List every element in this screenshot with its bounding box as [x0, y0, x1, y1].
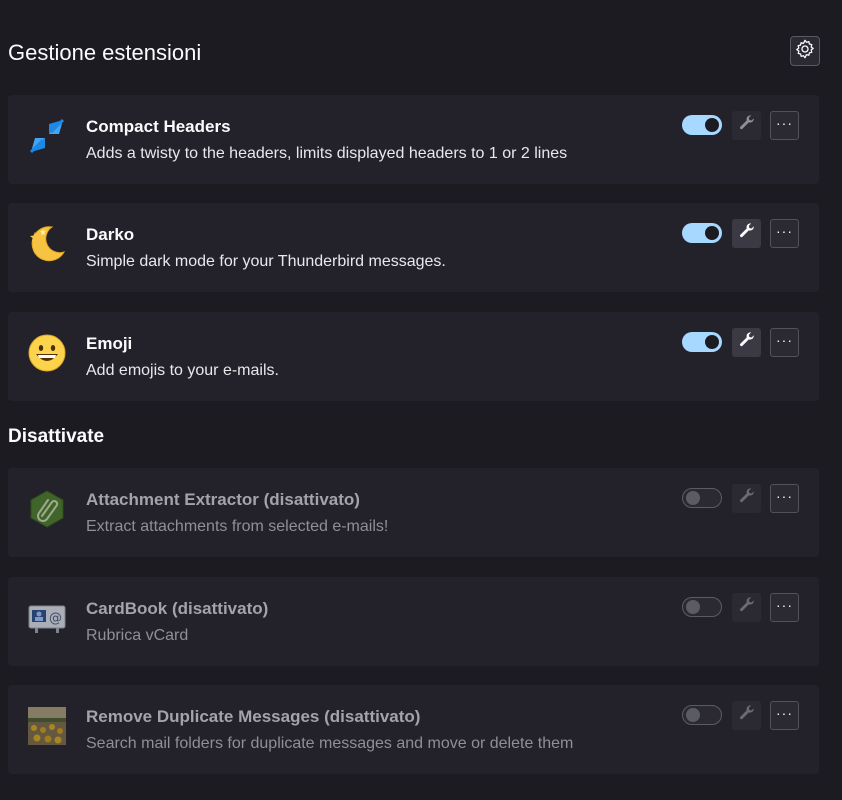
wrench-icon: [738, 596, 756, 619]
more-options-button[interactable]: ···: [770, 593, 799, 622]
extension-description: Rubrica vCard: [86, 627, 189, 644]
svg-text:@: @: [49, 611, 62, 626]
more-options-button[interactable]: ···: [770, 111, 799, 140]
more-options-button[interactable]: ···: [770, 219, 799, 248]
disabled-section-title: Disattivate: [8, 426, 105, 447]
more-options-button[interactable]: ···: [770, 484, 799, 513]
smiley-icon: [26, 332, 68, 374]
paperclip-hexagon-icon: [26, 488, 68, 530]
extension-name: Attachment Extractor (disattivato): [86, 490, 360, 509]
wrench-icon: [738, 114, 756, 137]
more-icon: ···: [776, 596, 793, 613]
extension-toggle[interactable]: [682, 488, 722, 508]
page-title: Gestione estensioni: [8, 40, 202, 65]
extension-card-remove-duplicate-messages: Remove Duplicate Messages (disattivato) …: [8, 685, 819, 774]
extension-toggle[interactable]: [682, 115, 722, 135]
preferences-button[interactable]: [732, 111, 761, 140]
more-options-button[interactable]: ···: [770, 328, 799, 357]
address-card-icon: @: [26, 597, 68, 639]
extension-card-attachment-extractor: Attachment Extractor (disattivato) Extra…: [8, 468, 819, 557]
extension-description: Search mail folders for duplicate messag…: [86, 735, 574, 752]
extension-name: Darko: [86, 225, 135, 244]
extension-toggle[interactable]: [682, 332, 722, 352]
sunflower-field-icon: [26, 705, 68, 747]
extension-card-compact-headers: Compact Headers Adds a twisty to the hea…: [8, 95, 819, 184]
wrench-icon: [738, 704, 756, 727]
extension-description: Adds a twisty to the headers, limits dis…: [86, 145, 568, 162]
extensions-manager: Gestione estensioni Compact Headers Adds: [0, 0, 842, 800]
extension-name: Remove Duplicate Messages (disattivato): [86, 707, 421, 726]
extension-toggle[interactable]: [682, 223, 722, 243]
extension-description: Simple dark mode for your Thunderbird me…: [86, 253, 446, 270]
extension-name: Compact Headers: [86, 117, 231, 136]
extension-description: Add emojis to your e-mails.: [86, 362, 279, 379]
more-icon: ···: [776, 331, 793, 348]
extension-name: CardBook (disattivato): [86, 599, 269, 618]
wrench-icon: [738, 331, 756, 354]
more-options-button[interactable]: ···: [770, 701, 799, 730]
wrench-icon: [738, 487, 756, 510]
page-header: Gestione estensioni: [8, 36, 820, 72]
more-icon: ···: [776, 114, 793, 131]
moon-stars-icon: [26, 223, 68, 265]
extension-toggle[interactable]: [682, 597, 722, 617]
preferences-button[interactable]: [732, 484, 761, 513]
extension-card-cardbook: @ CardBook (disattivato) Rubrica vCard ·…: [8, 577, 819, 666]
extension-card-emoji: Emoji Add emojis to your e-mails. ···: [8, 312, 819, 401]
preferences-button[interactable]: [732, 593, 761, 622]
more-icon: ···: [776, 222, 793, 239]
gear-icon: [794, 38, 816, 65]
preferences-button[interactable]: [732, 701, 761, 730]
extension-description: Extract attachments from selected e-mail…: [86, 518, 389, 535]
more-icon: ···: [776, 487, 793, 504]
more-icon: ···: [776, 704, 793, 721]
preferences-button[interactable]: [732, 328, 761, 357]
extension-card-darko: Darko Simple dark mode for your Thunderb…: [8, 203, 819, 292]
extension-name: Emoji: [86, 334, 133, 353]
settings-button[interactable]: [790, 36, 820, 66]
extension-toggle[interactable]: [682, 705, 722, 725]
preferences-button[interactable]: [732, 219, 761, 248]
compact-arrows-icon: [26, 115, 68, 157]
wrench-icon: [738, 222, 756, 245]
